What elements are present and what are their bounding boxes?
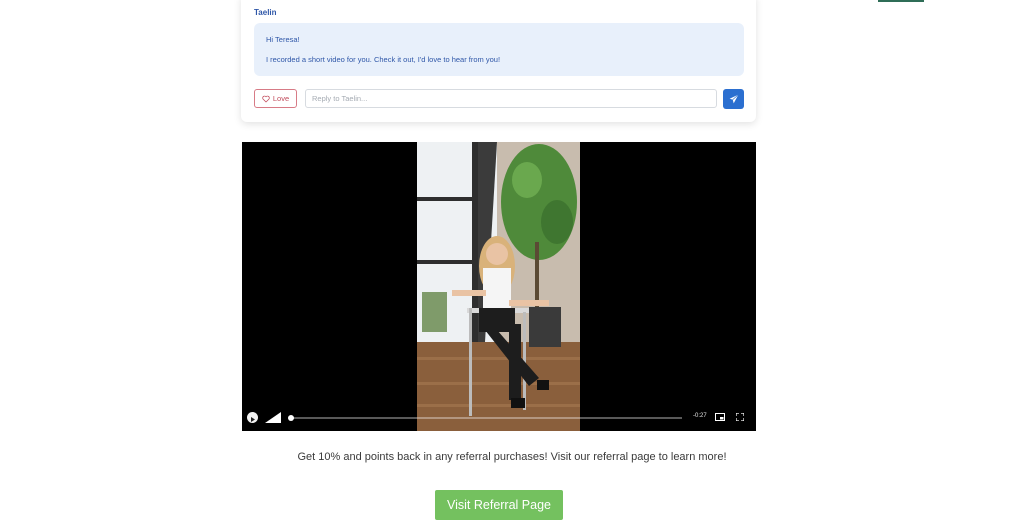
logo-mark [878, 0, 924, 2]
video-player[interactable]: -0:27 [242, 142, 756, 431]
video-controls: -0:27 [242, 405, 756, 431]
message-greeting: Hi Teresa! [266, 35, 300, 44]
love-label: Love [272, 94, 290, 103]
love-button[interactable]: Love [254, 89, 297, 108]
message-bubble: Hi Teresa! I recorded a short video for … [254, 23, 744, 76]
video-message-card: Taelin Hi Teresa! I recorded a short vid… [241, 0, 756, 122]
picture-in-picture-icon[interactable] [715, 413, 725, 421]
volume-icon[interactable] [265, 412, 281, 423]
progress-knob[interactable] [287, 415, 294, 421]
time-remaining: -0:27 [693, 413, 707, 419]
visit-referral-page-button[interactable]: Visit Referral Page [435, 490, 563, 520]
video-frame [417, 142, 580, 431]
brand-logo [874, 0, 1024, 8]
sender-name: Taelin [254, 8, 277, 17]
send-button[interactable] [723, 89, 744, 109]
play-button[interactable] [247, 412, 258, 423]
heart-icon [262, 95, 270, 102]
referral-promo-text: Get 10% and points back in any referral … [297, 451, 727, 463]
send-icon [729, 94, 739, 104]
fullscreen-icon[interactable] [736, 413, 744, 421]
video-progress-bar[interactable] [287, 415, 682, 421]
message-body: I recorded a short video for you. Check … [266, 55, 501, 64]
reply-input[interactable] [305, 89, 717, 108]
play-icon [251, 417, 255, 422]
